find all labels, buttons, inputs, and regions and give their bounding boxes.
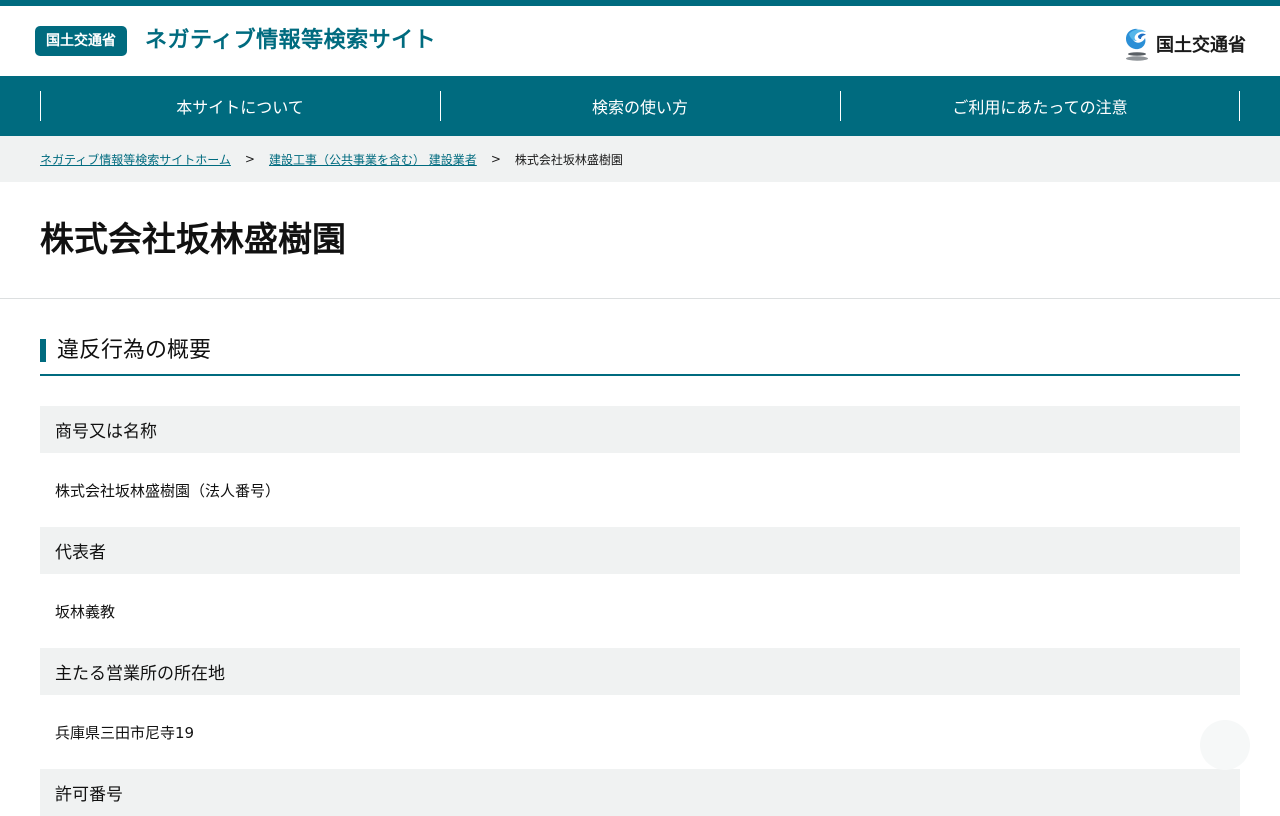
field-value-representative: 坂林義教 [55,602,116,621]
field-label-company-name: 商号又は名称 [40,406,1240,453]
breadcrumb-category-link[interactable]: 建設工事（公共事業を含む） 建設業者 [269,151,477,168]
field-value-main-office-address: 兵庫県三田市尼寺19 [55,723,195,742]
nav-about[interactable]: 本サイトについて [40,76,440,136]
breadcrumb: ネガティブ情報等検索サイトホーム > 建設工事（公共事業を含む） 建設業者 > … [0,136,1280,182]
page-top-button[interactable] [1200,720,1250,770]
breadcrumb-current: 株式会社坂林盛樹園 [514,152,623,167]
breadcrumb-home-link[interactable]: ネガティブ情報等検索サイトホーム [40,151,231,168]
field-label-license-number: 許可番号 [40,769,1240,816]
breadcrumb-separator: > [244,152,255,166]
mlit-logo[interactable]: 国土交通省 [1123,25,1246,63]
page-title: 株式会社坂林盛樹園 [40,220,346,260]
ministry-badge[interactable]: 国土交通省 [35,26,127,56]
mlit-logo-icon [1126,28,1148,61]
breadcrumb-separator: > [490,152,501,166]
global-nav: 本サイトについて 検索の使い方 ご利用にあたっての注意 [0,76,1280,136]
violation-details: 商号又は名称 株式会社坂林盛樹園（法人番号） 代表者 坂林義教 主たる営業所の所… [40,406,1240,816]
main-content: 違反行為の概要 商号又は名称 株式会社坂林盛樹園（法人番号） 代表者 坂林義教 … [0,337,1280,816]
section-heading: 違反行為の概要 [40,337,1240,376]
nav-how-to-search[interactable]: 検索の使い方 [440,76,840,136]
nav-usage-notes[interactable]: ご利用にあたっての注意 [840,76,1240,136]
field-label-main-office-address: 主たる営業所の所在地 [40,648,1240,695]
logo-text: 国土交通省 [1156,35,1246,56]
page-title-area: 株式会社坂林盛樹園 [0,182,1280,299]
field-value-company-name: 株式会社坂林盛樹園（法人番号） [55,481,281,500]
site-header: 国土交通省 ネガティブ情報等検索サイト 国土交通省 [0,6,1280,76]
field-label-representative: 代表者 [40,527,1240,574]
site-title[interactable]: ネガティブ情報等検索サイト [145,26,436,56]
